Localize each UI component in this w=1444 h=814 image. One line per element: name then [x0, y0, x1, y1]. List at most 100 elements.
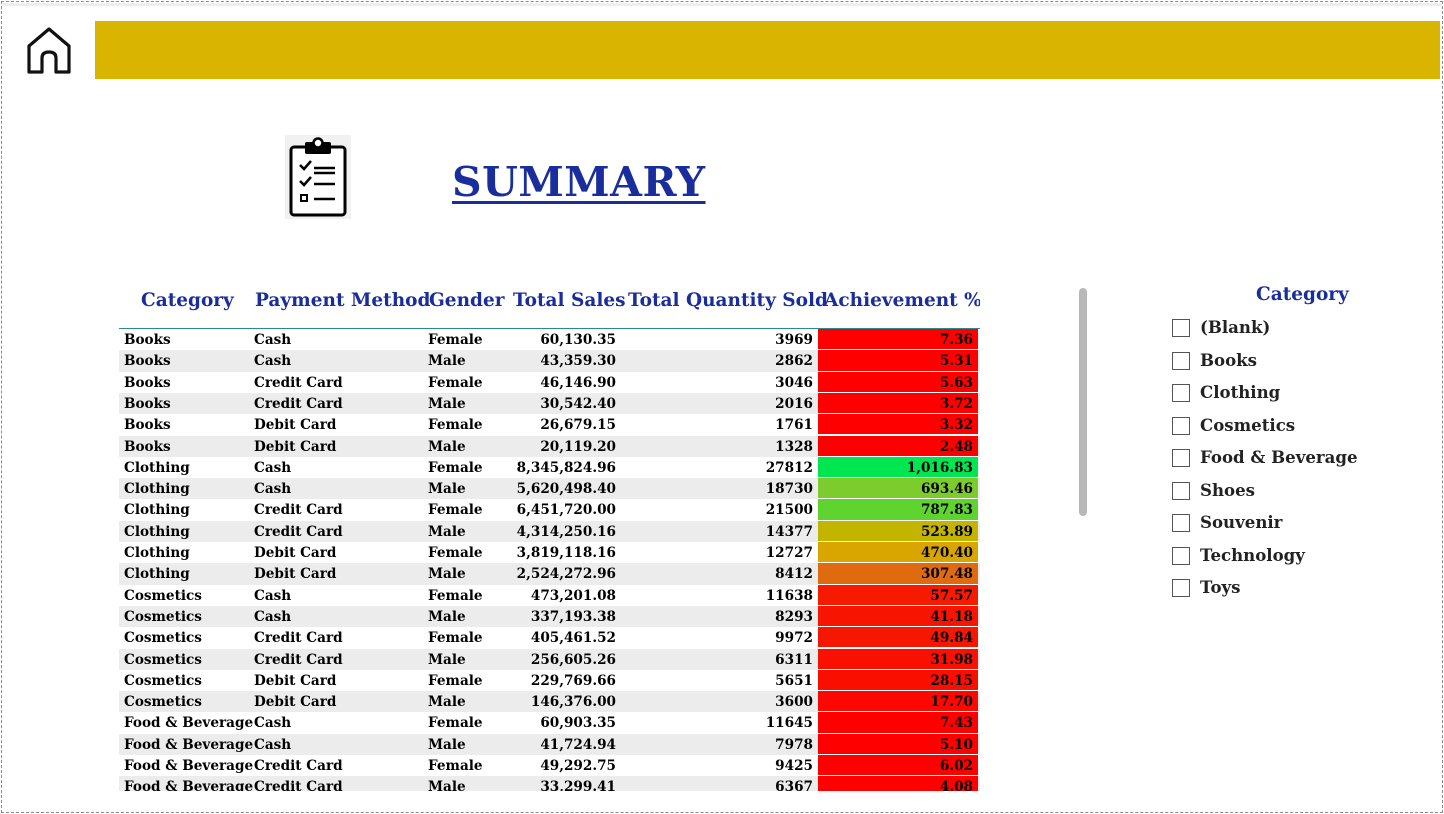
slicer-checkbox[interactable] [1172, 351, 1190, 370]
table-row[interactable]: Food & Beverage Credit Card Male 33,299.41 6… [119, 776, 980, 791]
cell-total-quantity: 9972 [775, 630, 813, 647]
table-row[interactable]: Books Debit Card Female 26,679.15 1761 3.32 [119, 414, 980, 436]
achievement-value: 49.84 [930, 630, 973, 647]
cell-total-quantity: 6311 [775, 651, 813, 668]
cell-total-sales: 3,819,118.16 [516, 545, 616, 561]
header-gender[interactable]: Gender [429, 290, 504, 311]
cell-total-quantity: 2016 [775, 395, 813, 412]
table-row[interactable]: Books Cash Female 60,130.35 3969 7.36 [119, 329, 980, 351]
table-row[interactable]: Cosmetics Credit Card Female 405,461.52 9972… [119, 627, 980, 649]
table-row[interactable]: Clothing Debit Card Male 2,524,272.96 8412 30… [119, 563, 980, 585]
header-category[interactable]: Category [141, 290, 234, 311]
table-row[interactable]: Books Debit Card Male 20,119.20 1328 2.48 [119, 435, 980, 457]
header-achievement-percent[interactable]: Achievement % [824, 290, 980, 311]
cell-gender: Male [428, 736, 466, 753]
cell-category: Cosmetics [124, 672, 202, 689]
clipboard-checklist-icon [285, 135, 351, 219]
cell-gender: Male [428, 438, 466, 455]
cell-category: Clothing [124, 523, 190, 540]
slicer-checkbox[interactable] [1172, 319, 1190, 337]
summary-table[interactable]: Category Payment Method Gender Total Sal… [119, 286, 980, 791]
table-row[interactable]: Books Cash Male 43,359.30 2862 5.31 [119, 350, 980, 372]
header-total-sales[interactable]: Total Sales [513, 290, 626, 311]
table-row[interactable]: Books Credit Card Male 30,542.40 2016 3.72 [119, 392, 980, 415]
cell-total-quantity: 6367 [775, 779, 813, 791]
slicer-item[interactable]: Toys [1172, 577, 1372, 600]
cell-gender: Male [428, 566, 466, 583]
achievement-value: 5.63 [939, 374, 973, 391]
cell-category: Books [124, 417, 171, 434]
cell-category: Clothing [124, 502, 190, 519]
table-scrollbar[interactable] [1079, 288, 1087, 516]
table-row[interactable]: Cosmetics Debit Card Male 146,376.00 3600 17.… [119, 691, 980, 713]
table-row[interactable]: Books Credit Card Female 46,146.90 3046 5.63 [119, 371, 980, 393]
cell-category: Food & Beverage [124, 715, 254, 732]
slicer-item-label: Souvenir [1200, 512, 1283, 532]
table-row[interactable]: Food & Beverage Credit Card Female 49,292.7… [119, 755, 980, 777]
slicer-item-label: Shoes [1200, 479, 1256, 500]
cell-payment-method: Credit Card [254, 502, 343, 519]
cell-total-quantity: 3600 [775, 694, 813, 711]
header-total-quantity-sold[interactable]: Total Quantity Sold [628, 290, 828, 311]
table-row[interactable]: Food & Beverage Cash Male 41,724.94 7978 5.10 [119, 733, 980, 755]
cell-gender: Male [428, 779, 466, 791]
table-row[interactable]: Cosmetics Cash Male 337,193.38 8293 41.18 [119, 605, 980, 628]
cell-total-quantity: 12727 [765, 545, 813, 561]
slicer-item[interactable]: Books [1172, 350, 1372, 373]
header-payment-method[interactable]: Payment Method [255, 290, 430, 311]
cell-total-sales: 405,461.52 [530, 630, 616, 647]
slicer-item[interactable]: Food & Beverage [1172, 447, 1372, 470]
slicer-item[interactable]: (Blank) [1172, 317, 1372, 340]
slicer-checkbox[interactable] [1172, 384, 1190, 402]
cell-achievement: 3.72 [818, 392, 978, 415]
achievement-value: 17.70 [930, 694, 973, 711]
slicer-checkbox[interactable] [1172, 481, 1190, 500]
cell-total-sales: 60,903.35 [540, 715, 616, 732]
cell-total-sales: 6,451,720.00 [516, 502, 616, 519]
slicer-checkbox[interactable] [1172, 579, 1190, 597]
slicer-item[interactable]: Technology [1172, 545, 1372, 568]
table-row[interactable]: Clothing Cash Female 8,345,824.96 27812 1,016… [119, 456, 980, 479]
slicer-checkbox[interactable] [1172, 449, 1190, 467]
slicer-item[interactable]: Souvenir [1172, 512, 1372, 535]
table-row[interactable]: Food & Beverage Cash Female 60,903.35 11645 7… [119, 712, 980, 734]
achievement-value: 523.89 [920, 523, 973, 540]
cell-category: Books [124, 353, 171, 370]
cell-category: Food & Beverage [124, 779, 254, 791]
table-row[interactable]: Cosmetics Debit Card Female 229,769.66 5651 2… [119, 669, 980, 692]
cell-total-sales: 49,292.75 [540, 758, 616, 774]
cell-total-sales: 2,524,272.96 [516, 566, 616, 583]
cell-payment-method: Debit Card [254, 545, 337, 561]
achievement-value: 41.18 [930, 608, 973, 625]
cell-gender: Female [428, 459, 483, 476]
achievement-value: 1,016.83 [906, 459, 973, 476]
slicer-item[interactable]: Shoes [1172, 479, 1372, 503]
cell-category: Books [124, 438, 171, 455]
cell-category: Books [124, 374, 171, 391]
achievement-value: 7.36 [939, 332, 973, 348]
home-button[interactable] [24, 24, 74, 76]
cell-total-quantity: 1761 [775, 417, 813, 434]
slicer-item[interactable]: Cosmetics [1172, 415, 1372, 438]
slicer-item[interactable]: Clothing [1172, 382, 1372, 405]
cell-achievement: 5.63 [818, 371, 978, 393]
cell-gender: Female [428, 715, 483, 732]
cell-payment-method: Cash [254, 353, 292, 370]
cell-total-sales: 43,359.30 [540, 353, 616, 370]
achievement-value: 6.02 [939, 758, 973, 774]
slicer-checkbox[interactable] [1172, 416, 1190, 435]
table-row[interactable]: Clothing Credit Card Male 4,314,250.16 14377… [119, 520, 980, 542]
table-row[interactable]: Cosmetics Cash Female 473,201.08 11638 57.57 [119, 584, 980, 606]
table-row[interactable]: Clothing Cash Male 5,620,498.40 18730 693.46 [119, 478, 980, 500]
page-title: SUMMARY [452, 158, 706, 206]
cell-gender: Male [428, 694, 466, 711]
slicer-checkbox[interactable] [1172, 514, 1190, 532]
table-row[interactable]: Clothing Credit Card Female 6,451,720.00 215… [119, 499, 980, 521]
achievement-value: 57.57 [930, 587, 973, 604]
cell-total-sales: 46,146.90 [540, 374, 616, 391]
table-row[interactable]: Cosmetics Credit Card Male 256,605.26 6311 31… [119, 648, 980, 670]
slicer-checkbox[interactable] [1172, 546, 1190, 565]
table-row[interactable]: Clothing Debit Card Female 3,819,118.16 1272… [119, 542, 980, 564]
cell-achievement: 7.36 [818, 329, 978, 351]
cell-total-sales: 33,299.41 [540, 779, 616, 791]
